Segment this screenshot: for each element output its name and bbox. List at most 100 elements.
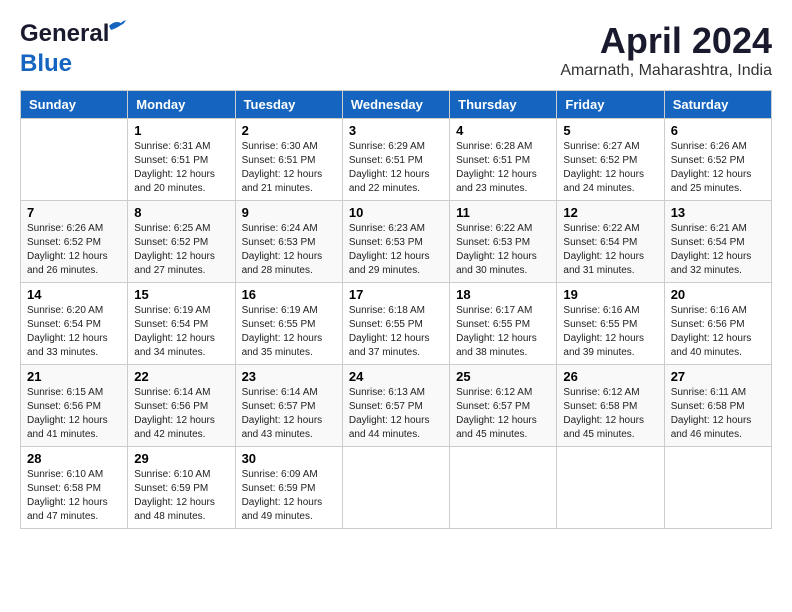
day-number: 6 bbox=[671, 123, 765, 138]
day-number: 12 bbox=[563, 205, 657, 220]
calendar-cell: 1 Sunrise: 6:31 AM Sunset: 6:51 PM Daylig… bbox=[128, 119, 235, 201]
day-number: 10 bbox=[349, 205, 443, 220]
day-info: Sunrise: 6:09 AM Sunset: 6:59 PM Dayligh… bbox=[242, 468, 336, 524]
day-number: 24 bbox=[349, 369, 443, 384]
calendar-cell bbox=[342, 447, 449, 529]
day-info: Sunrise: 6:12 AM Sunset: 6:57 PM Dayligh… bbox=[456, 386, 550, 442]
day-info: Sunrise: 6:22 AM Sunset: 6:53 PM Dayligh… bbox=[456, 222, 550, 278]
day-number: 29 bbox=[134, 451, 228, 466]
calendar-cell: 19 Sunrise: 6:16 AM Sunset: 6:55 PM Dayli… bbox=[557, 283, 664, 365]
calendar-cell: 24 Sunrise: 6:13 AM Sunset: 6:57 PM Dayli… bbox=[342, 365, 449, 447]
day-info: Sunrise: 6:23 AM Sunset: 6:53 PM Dayligh… bbox=[349, 222, 443, 278]
weekday-header-tuesday: Tuesday bbox=[235, 91, 342, 119]
day-info: Sunrise: 6:10 AM Sunset: 6:59 PM Dayligh… bbox=[134, 468, 228, 524]
day-info: Sunrise: 6:14 AM Sunset: 6:57 PM Dayligh… bbox=[242, 386, 336, 442]
day-number: 19 bbox=[563, 287, 657, 302]
weekday-header-thursday: Thursday bbox=[450, 91, 557, 119]
weekday-header-sunday: Sunday bbox=[21, 91, 128, 119]
calendar-cell: 30 Sunrise: 6:09 AM Sunset: 6:59 PM Dayli… bbox=[235, 447, 342, 529]
day-number: 25 bbox=[456, 369, 550, 384]
calendar-cell: 18 Sunrise: 6:17 AM Sunset: 6:55 PM Dayli… bbox=[450, 283, 557, 365]
day-info: Sunrise: 6:13 AM Sunset: 6:57 PM Dayligh… bbox=[349, 386, 443, 442]
title-area: April 2024 Amarnath, Maharashtra, India bbox=[560, 20, 772, 80]
day-number: 4 bbox=[456, 123, 550, 138]
day-number: 9 bbox=[242, 205, 336, 220]
day-info: Sunrise: 6:20 AM Sunset: 6:54 PM Dayligh… bbox=[27, 304, 121, 360]
day-number: 16 bbox=[242, 287, 336, 302]
day-info: Sunrise: 6:26 AM Sunset: 6:52 PM Dayligh… bbox=[27, 222, 121, 278]
calendar-cell: 28Sunrise: 6:10 AM Sunset: 6:58 PM Dayli… bbox=[21, 447, 128, 529]
calendar-body: 1 Sunrise: 6:31 AM Sunset: 6:51 PM Daylig… bbox=[21, 119, 772, 529]
calendar-cell: 8Sunrise: 6:25 AM Sunset: 6:52 PM Daylig… bbox=[128, 201, 235, 283]
calendar-week-4: 21 Sunrise: 6:15 AM Sunset: 6:56 PM Dayli… bbox=[21, 365, 772, 447]
calendar-cell: 10 Sunrise: 6:23 AM Sunset: 6:53 PM Dayli… bbox=[342, 201, 449, 283]
calendar-cell: 9 Sunrise: 6:24 AM Sunset: 6:53 PM Daylig… bbox=[235, 201, 342, 283]
day-info: Sunrise: 6:11 AM Sunset: 6:58 PM Dayligh… bbox=[671, 386, 765, 442]
calendar-cell: 22Sunrise: 6:14 AM Sunset: 6:56 PM Dayli… bbox=[128, 365, 235, 447]
day-info: Sunrise: 6:12 AM Sunset: 6:58 PM Dayligh… bbox=[563, 386, 657, 442]
day-number: 7 bbox=[27, 205, 121, 220]
calendar-cell: 12 Sunrise: 6:22 AM Sunset: 6:54 PM Dayli… bbox=[557, 201, 664, 283]
calendar-cell: 4Sunrise: 6:28 AM Sunset: 6:51 PM Daylig… bbox=[450, 119, 557, 201]
calendar-cell: 6 Sunrise: 6:26 AM Sunset: 6:52 PM Daylig… bbox=[664, 119, 771, 201]
weekday-header-saturday: Saturday bbox=[664, 91, 771, 119]
logo: General Blue bbox=[20, 20, 109, 78]
day-number: 20 bbox=[671, 287, 765, 302]
calendar-cell: 16 Sunrise: 6:19 AM Sunset: 6:55 PM Dayli… bbox=[235, 283, 342, 365]
calendar-week-2: 7 Sunrise: 6:26 AM Sunset: 6:52 PM Daylig… bbox=[21, 201, 772, 283]
calendar-cell: 2Sunrise: 6:30 AM Sunset: 6:51 PM Daylig… bbox=[235, 119, 342, 201]
day-info: Sunrise: 6:16 AM Sunset: 6:55 PM Dayligh… bbox=[563, 304, 657, 360]
day-number: 1 bbox=[134, 123, 228, 138]
logo-general: General bbox=[20, 20, 109, 47]
weekday-header-friday: Friday bbox=[557, 91, 664, 119]
weekday-header-wednesday: Wednesday bbox=[342, 91, 449, 119]
calendar-cell: 25 Sunrise: 6:12 AM Sunset: 6:57 PM Dayli… bbox=[450, 365, 557, 447]
location-title: Amarnath, Maharashtra, India bbox=[560, 62, 772, 80]
day-number: 15 bbox=[134, 287, 228, 302]
month-title: April 2024 bbox=[560, 20, 772, 62]
day-number: 30 bbox=[242, 451, 336, 466]
calendar-cell: 23 Sunrise: 6:14 AM Sunset: 6:57 PM Dayli… bbox=[235, 365, 342, 447]
calendar-cell bbox=[557, 447, 664, 529]
day-info: Sunrise: 6:24 AM Sunset: 6:53 PM Dayligh… bbox=[242, 222, 336, 278]
calendar-cell: 5Sunrise: 6:27 AM Sunset: 6:52 PM Daylig… bbox=[557, 119, 664, 201]
day-number: 11 bbox=[456, 205, 550, 220]
calendar-cell bbox=[664, 447, 771, 529]
day-info: Sunrise: 6:25 AM Sunset: 6:52 PM Dayligh… bbox=[134, 222, 228, 278]
day-info: Sunrise: 6:30 AM Sunset: 6:51 PM Dayligh… bbox=[242, 140, 336, 196]
day-number: 22 bbox=[134, 369, 228, 384]
day-number: 17 bbox=[349, 287, 443, 302]
day-number: 14 bbox=[27, 287, 121, 302]
calendar-cell: 11 Sunrise: 6:22 AM Sunset: 6:53 PM Dayli… bbox=[450, 201, 557, 283]
day-number: 27 bbox=[671, 369, 765, 384]
calendar-cell: 15Sunrise: 6:19 AM Sunset: 6:54 PM Dayli… bbox=[128, 283, 235, 365]
calendar-cell: 7 Sunrise: 6:26 AM Sunset: 6:52 PM Daylig… bbox=[21, 201, 128, 283]
day-info: Sunrise: 6:29 AM Sunset: 6:51 PM Dayligh… bbox=[349, 140, 443, 196]
day-info: Sunrise: 6:19 AM Sunset: 6:55 PM Dayligh… bbox=[242, 304, 336, 360]
calendar-cell: 29 Sunrise: 6:10 AM Sunset: 6:59 PM Dayli… bbox=[128, 447, 235, 529]
day-info: Sunrise: 6:21 AM Sunset: 6:54 PM Dayligh… bbox=[671, 222, 765, 278]
day-number: 3 bbox=[349, 123, 443, 138]
calendar-cell bbox=[450, 447, 557, 529]
weekday-header-monday: Monday bbox=[128, 91, 235, 119]
day-info: Sunrise: 6:16 AM Sunset: 6:56 PM Dayligh… bbox=[671, 304, 765, 360]
day-number: 21 bbox=[27, 369, 121, 384]
day-number: 26 bbox=[563, 369, 657, 384]
calendar-cell: 17 Sunrise: 6:18 AM Sunset: 6:55 PM Dayli… bbox=[342, 283, 449, 365]
calendar-week-3: 14 Sunrise: 6:20 AM Sunset: 6:54 PM Dayli… bbox=[21, 283, 772, 365]
day-info: Sunrise: 6:22 AM Sunset: 6:54 PM Dayligh… bbox=[563, 222, 657, 278]
day-number: 23 bbox=[242, 369, 336, 384]
day-number: 18 bbox=[456, 287, 550, 302]
calendar-week-5: 28Sunrise: 6:10 AM Sunset: 6:58 PM Dayli… bbox=[21, 447, 772, 529]
day-info: Sunrise: 6:17 AM Sunset: 6:55 PM Dayligh… bbox=[456, 304, 550, 360]
day-info: Sunrise: 6:10 AM Sunset: 6:58 PM Dayligh… bbox=[27, 468, 121, 524]
calendar-week-1: 1 Sunrise: 6:31 AM Sunset: 6:51 PM Daylig… bbox=[21, 119, 772, 201]
logo-bird-icon bbox=[107, 18, 127, 34]
calendar-cell: 26 Sunrise: 6:12 AM Sunset: 6:58 PM Dayli… bbox=[557, 365, 664, 447]
calendar-cell: 20 Sunrise: 6:16 AM Sunset: 6:56 PM Dayli… bbox=[664, 283, 771, 365]
day-info: Sunrise: 6:26 AM Sunset: 6:52 PM Dayligh… bbox=[671, 140, 765, 196]
logo-blue: Blue bbox=[20, 50, 72, 77]
day-info: Sunrise: 6:15 AM Sunset: 6:56 PM Dayligh… bbox=[27, 386, 121, 442]
day-info: Sunrise: 6:31 AM Sunset: 6:51 PM Dayligh… bbox=[134, 140, 228, 196]
day-info: Sunrise: 6:18 AM Sunset: 6:55 PM Dayligh… bbox=[349, 304, 443, 360]
